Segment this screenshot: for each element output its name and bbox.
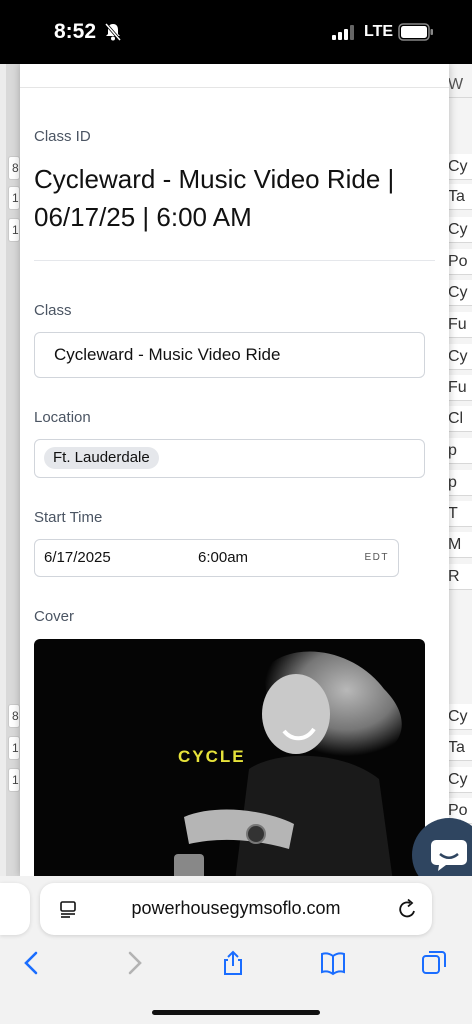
modal-divider [20, 87, 449, 88]
start-time-field[interactable]: 6/17/2025 6:00am EDT [34, 539, 399, 577]
forward-icon[interactable] [121, 950, 147, 976]
address-bar[interactable]: powerhousegymsoflo.com [40, 883, 432, 935]
background-cell: 8 [8, 156, 20, 180]
background-cell: Ta [446, 735, 472, 761]
background-cell: 8 [8, 704, 20, 728]
class-label: Class [34, 302, 72, 319]
silenced-bell-icon [104, 23, 122, 41]
battery-icon [398, 23, 433, 41]
timezone-value: EDT [364, 552, 389, 563]
background-cell: Cy [446, 704, 472, 730]
background-cell: 1 [8, 218, 20, 242]
tabs-icon[interactable] [421, 950, 447, 976]
class-field[interactable]: Cycleward - Music Video Ride [34, 332, 425, 378]
background-cell: Ta [446, 184, 472, 210]
location-label: Location [34, 409, 91, 426]
start-date-value[interactable]: 6/17/2025 [44, 549, 111, 566]
network-type: LTE [364, 23, 394, 40]
background-cell: Cy [446, 344, 472, 370]
background-cell: Fu [446, 375, 472, 401]
section-divider [34, 260, 435, 261]
status-bar: 8:52 LTE [0, 0, 472, 64]
start-time-label: Start Time [34, 509, 103, 526]
back-icon[interactable] [19, 950, 45, 976]
home-indicator [152, 1010, 320, 1015]
background-cell: Fu [446, 312, 472, 338]
location-chip[interactable]: Ft. Lauderdale [44, 447, 159, 469]
background-cell: 1 [8, 768, 20, 792]
class-detail-modal: Class ID Cycleward - Music Video Ride | … [20, 64, 449, 876]
chat-icon [431, 840, 467, 871]
cover-image[interactable]: CYCLE [34, 639, 425, 876]
background-cell: p [446, 470, 472, 496]
share-icon[interactable] [220, 950, 246, 976]
cover-label: Cover [34, 608, 75, 625]
status-time: 8:52 [54, 20, 97, 43]
background-cell: Po [446, 249, 472, 275]
cellular-signal-icon [332, 25, 354, 40]
reload-icon[interactable] [398, 898, 418, 920]
cover-caption: CYCLE [178, 747, 246, 766]
background-cell: T [446, 501, 472, 527]
previous-tab-preview[interactable] [0, 883, 30, 935]
start-time-value[interactable]: 6:00am [198, 549, 248, 566]
background-cell: 1 [8, 736, 20, 760]
background-cell: Cy [446, 767, 472, 793]
class-id-value: Cycleward - Music Video Ride | 06/17/25 … [34, 164, 395, 232]
browser-toolbar: powerhousegymsoflo.com [0, 876, 472, 1024]
background-cell: 1 [8, 186, 20, 210]
background-cell: M [446, 532, 472, 558]
class-id-label: Class ID [34, 128, 91, 145]
background-cell: Cl [446, 406, 472, 432]
background-cell: p [446, 438, 472, 464]
background-cell: Cy [446, 280, 472, 306]
url-text[interactable]: powerhousegymsoflo.com [40, 898, 432, 919]
background-cell: R [446, 564, 472, 590]
bookmarks-icon[interactable] [320, 950, 346, 976]
location-field[interactable]: Ft. Lauderdale [34, 439, 425, 478]
background-header-cell: W [446, 72, 472, 98]
background-cell: Cy [446, 154, 472, 180]
background-cell: Cy [446, 217, 472, 243]
